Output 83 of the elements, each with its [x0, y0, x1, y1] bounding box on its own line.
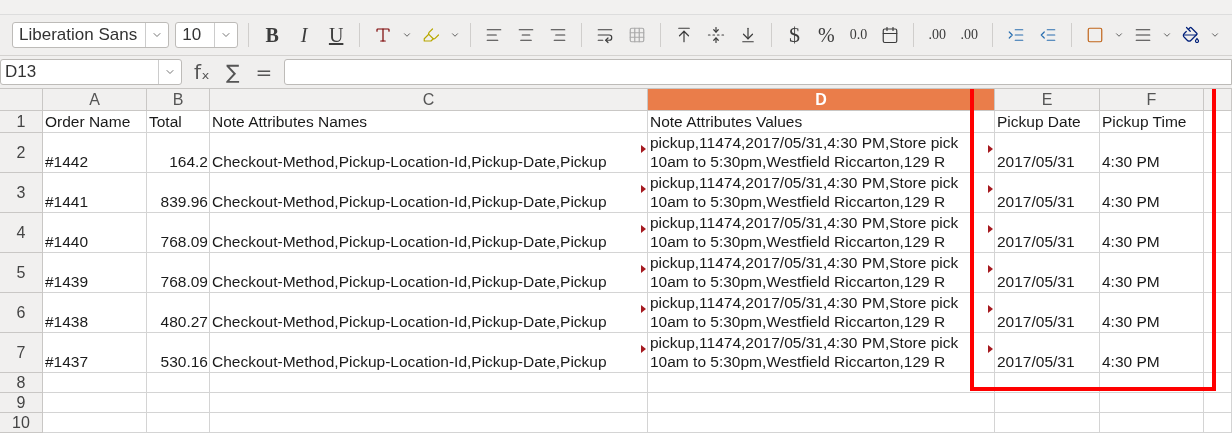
- cell-text: Checkout-Method,Pickup-Location-Id,Pickup-Date,Pickup: [212, 272, 607, 291]
- bold-button[interactable]: B: [259, 21, 286, 49]
- cell-text: Checkout-Method,Pickup-Location-Id,Pickup-Date,Pickup: [212, 312, 607, 331]
- cell-text: #1438: [45, 312, 89, 331]
- table-cell: [1204, 413, 1232, 433]
- cell-text: Checkout-Method,Pickup-Location-Id,Pickup-Date,Pickup: [212, 152, 607, 171]
- cell-text: 10am to 5:30pm,Westfield Riccarton,129 R: [650, 232, 946, 251]
- cell-text: Pickup Date: [997, 112, 1081, 131]
- column-header[interactable]: C: [210, 89, 648, 111]
- column-header[interactable]: F: [1100, 89, 1204, 111]
- add-decimal-button[interactable]: .00: [924, 21, 951, 49]
- cell-text: pickup,11474,2017/05/31,4:30 PM,Store pick: [650, 213, 959, 232]
- name-box[interactable]: D13: [0, 59, 182, 85]
- row-header[interactable]: 5: [0, 253, 43, 293]
- cell-text: 2017/05/31: [997, 152, 1075, 171]
- cell-text: #1441: [45, 192, 89, 211]
- cell-text: 2017/05/31: [997, 192, 1075, 211]
- cell-text: 4:30 PM: [1102, 232, 1160, 251]
- cell-text: pickup,11474,2017/05/31,4:30 PM,Store pick: [650, 293, 959, 312]
- cell-text: pickup,11474,2017/05/31,4:30 PM,Store pick: [650, 173, 959, 192]
- row-header[interactable]: 1: [0, 111, 43, 133]
- delete-decimal-button[interactable]: .00: [956, 21, 983, 49]
- cell-text: 10am to 5:30pm,Westfield Riccarton,129 R: [650, 152, 946, 171]
- cell-text: 10am to 5:30pm,Westfield Riccarton,129 R: [650, 272, 946, 291]
- font-name-dropdown[interactable]: Liberation Sans: [12, 22, 170, 48]
- cell-text: 10am to 5:30pm,Westfield Riccarton,129 R: [650, 352, 946, 371]
- italic-button[interactable]: I: [291, 21, 318, 49]
- cell-text: Checkout-Method,Pickup-Location-Id,Pickup-Date,Pickup: [212, 232, 607, 251]
- underline-button[interactable]: U: [323, 21, 350, 49]
- currency-button[interactable]: $: [781, 21, 808, 49]
- cell-text: 4:30 PM: [1102, 152, 1160, 171]
- formula-input[interactable]: [284, 59, 1232, 85]
- cell-text: Note Attributes Values: [650, 112, 803, 131]
- cell-text: pickup,11474,2017/05/31,4:30 PM,Store pick: [650, 133, 959, 152]
- percent-button[interactable]: %: [813, 21, 840, 49]
- table-cell: [1204, 373, 1232, 393]
- cell-text: 480.27: [160, 312, 208, 331]
- row-header[interactable]: 6: [0, 293, 43, 333]
- cell-text: 4:30 PM: [1102, 352, 1160, 371]
- row-header[interactable]: 10: [0, 413, 43, 433]
- cell-text: #1440: [45, 232, 89, 251]
- cell-text: 4:30 PM: [1102, 272, 1160, 291]
- table-cell: [147, 413, 210, 433]
- cell-text: Pickup Time: [1102, 112, 1187, 131]
- cell-text: 2017/05/31: [997, 272, 1075, 291]
- cell-text: pickup,11474,2017/05/31,4:30 PM,Store pick: [650, 333, 959, 352]
- cell-text: Note Attributes Names: [212, 112, 368, 131]
- cell-text: pickup,11474,2017/05/31,4:30 PM,Store pick: [650, 253, 959, 272]
- function-wizard-button[interactable]: fₓ: [190, 60, 214, 84]
- cell-text: 164.2: [169, 152, 208, 171]
- row-header[interactable]: 7: [0, 333, 43, 373]
- cell-text: 10am to 5:30pm,Westfield Riccarton,129 R: [650, 312, 946, 331]
- column-header[interactable]: E: [995, 89, 1100, 111]
- cell-text: 530.16: [160, 352, 208, 371]
- cell-text: 4:30 PM: [1102, 312, 1160, 331]
- row-header[interactable]: 2: [0, 133, 43, 173]
- row-header[interactable]: 8: [0, 373, 43, 393]
- font-size-dropdown[interactable]: 10: [175, 22, 239, 48]
- sum-button[interactable]: ∑: [221, 60, 244, 84]
- number-format-button[interactable]: 0.0: [845, 21, 872, 49]
- cell-text: 10am to 5:30pm,Westfield Riccarton,129 R: [650, 192, 946, 211]
- row-header[interactable]: 9: [0, 393, 43, 413]
- column-header[interactable]: A: [43, 89, 147, 111]
- cell-text: 768.09: [160, 232, 208, 251]
- table-cell: [147, 393, 210, 413]
- cell-text: 4:30 PM: [1102, 192, 1160, 211]
- cell-text: 768.09: [160, 272, 208, 291]
- cell-text: #1437: [45, 352, 89, 371]
- cell-text: Checkout-Method,Pickup-Location-Id,Pickup-Date,Pickup: [212, 192, 607, 211]
- cell-text: #1439: [45, 272, 89, 291]
- cell-text: Total: [149, 112, 182, 131]
- column-header[interactable]: B: [147, 89, 210, 111]
- cell-text: #1442: [45, 152, 89, 171]
- equals-button[interactable]: =: [251, 60, 277, 84]
- cell-text: 839.96: [160, 192, 208, 211]
- row-header[interactable]: 4: [0, 213, 43, 253]
- row-header[interactable]: 3: [0, 173, 43, 213]
- cell-text: 2017/05/31: [997, 312, 1075, 331]
- cell-text: Order Name: [45, 112, 131, 131]
- cell-text: 2017/05/31: [997, 352, 1075, 371]
- cell-text: Checkout-Method,Pickup-Location-Id,Pickup-Date,Pickup: [212, 352, 607, 371]
- cell-text: 2017/05/31: [997, 232, 1075, 251]
- table-cell: [1204, 393, 1232, 413]
